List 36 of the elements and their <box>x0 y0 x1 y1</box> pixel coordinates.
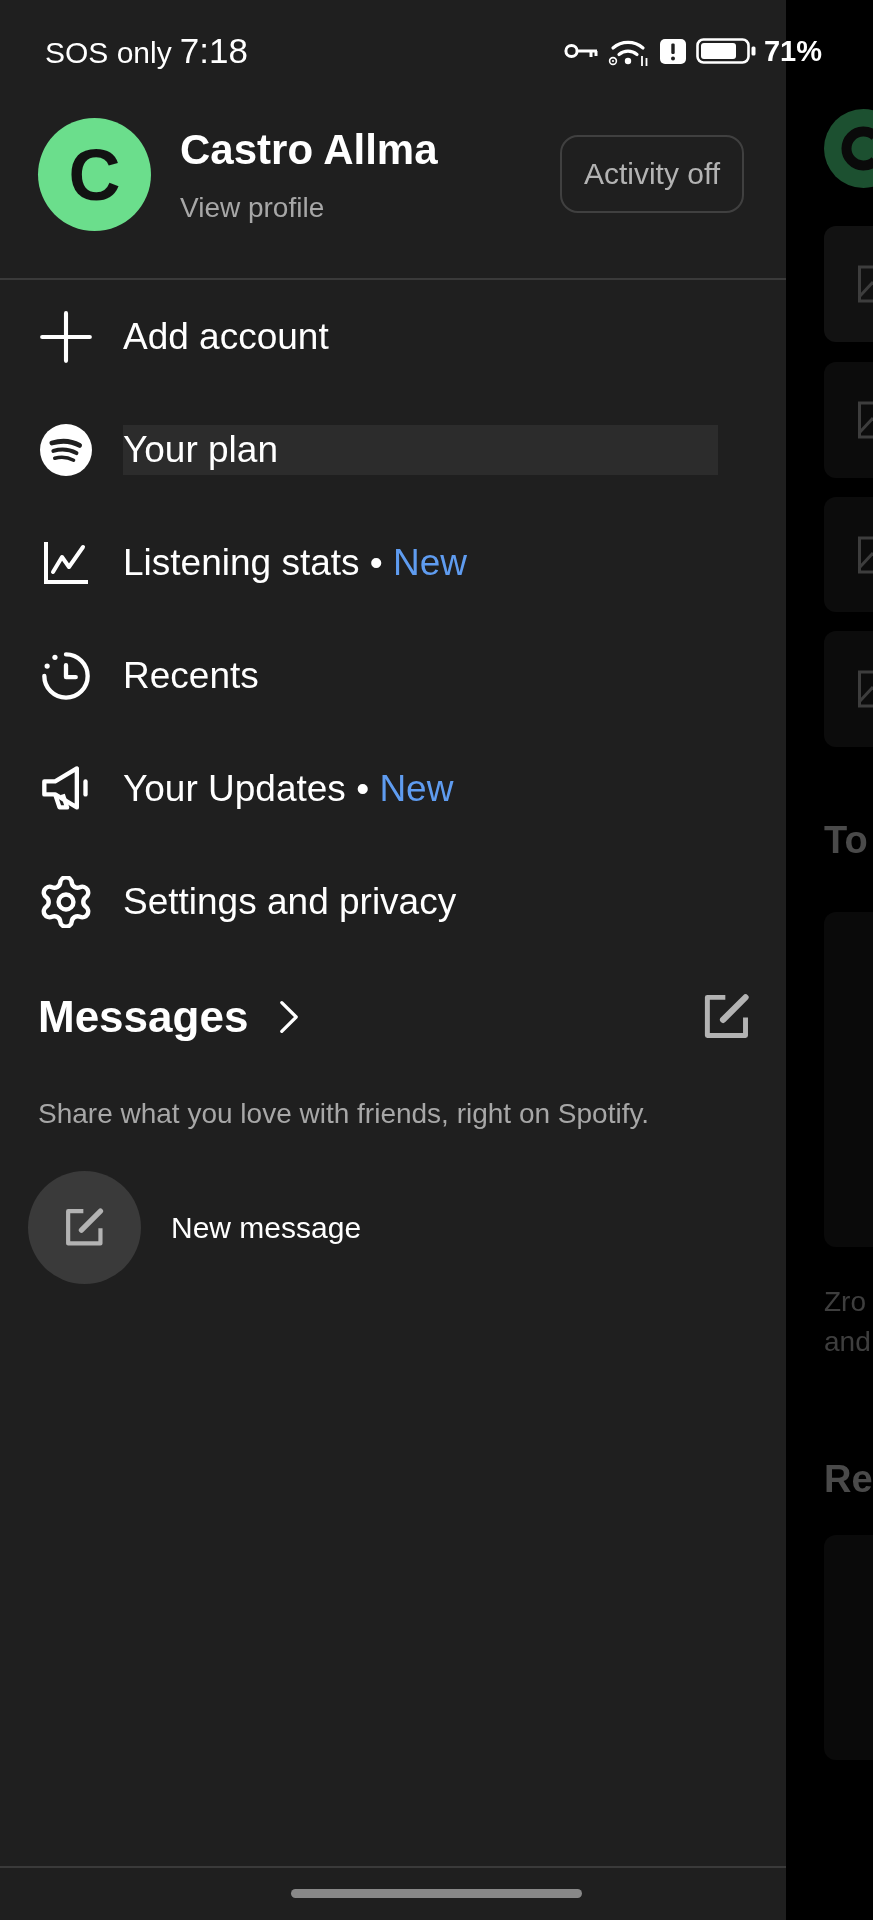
section-title: To <box>824 818 868 863</box>
chevron-right-icon <box>278 999 301 1035</box>
image-icon <box>857 265 873 303</box>
menu-item[interactable]: Add account <box>123 311 718 362</box>
logo-icon <box>40 423 92 476</box>
battery-percentage: 71% <box>763 34 822 69</box>
new-label: New <box>379 767 454 809</box>
menu-item[interactable]: Settings and privacy <box>123 876 718 927</box>
image-icon <box>857 670 873 708</box>
plus-icon <box>40 310 92 363</box>
caption-text: and <box>824 1325 871 1359</box>
clock-icon <box>40 649 92 702</box>
line-chart-icon <box>42 539 90 586</box>
new-message-button[interactable]: New message <box>28 1171 362 1284</box>
menu-item[interactable]: Recents <box>123 650 718 701</box>
clock-time: 7:18 <box>179 31 248 71</box>
image-icon <box>857 535 873 574</box>
menu-item[interactable]: Your Updates • New <box>123 763 718 814</box>
settings-icon <box>40 875 92 928</box>
alert-icon <box>659 38 686 64</box>
key-icon <box>563 42 598 60</box>
pencil-square-icon[interactable] <box>704 994 750 1040</box>
messages-description: Share what you love with friends, right on Spotify. <box>38 1097 651 1131</box>
new-label: New <box>393 541 468 583</box>
avatar: C <box>38 118 151 231</box>
battery-icon <box>695 38 756 64</box>
activity-button[interactable]: Activity off <box>560 135 744 213</box>
profile-name: Castro Allma <box>180 126 438 174</box>
messages-link[interactable]: Messages <box>38 991 301 1043</box>
caption-text: Zro <box>824 1285 866 1319</box>
carrier-text: SOS only <box>45 35 172 71</box>
view-profile-link[interactable]: View profile <box>180 191 325 225</box>
menu-item[interactable]: Your plan <box>123 424 718 475</box>
image-icon <box>857 401 873 439</box>
section-title: Re <box>824 1457 873 1502</box>
menu-item[interactable]: Listening stats • New <box>123 537 718 588</box>
